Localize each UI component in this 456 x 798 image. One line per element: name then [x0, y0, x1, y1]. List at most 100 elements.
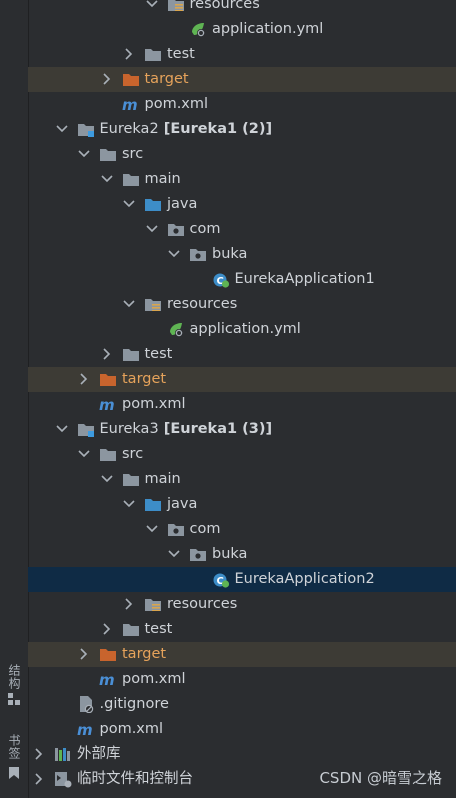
tree-row[interactable]: .gitignore	[28, 692, 456, 717]
bookmarks-tab-label[interactable]: 书签	[6, 734, 23, 760]
tree-row[interactable]: target	[28, 67, 456, 92]
maven-icon: m	[77, 721, 93, 738]
tree-item-label: pom.xml	[122, 671, 186, 687]
tree-item-label: com	[189, 521, 221, 537]
tree-row[interactable]: java	[28, 192, 456, 217]
chevron-right-icon[interactable]	[100, 72, 114, 86]
folder-icon	[122, 474, 139, 486]
chevron-right-icon[interactable]	[32, 772, 46, 786]
tree-item-label: pom.xml	[144, 96, 209, 112]
tree-item-label: resources	[167, 296, 238, 312]
tree-item-label: target	[122, 371, 167, 387]
tree-row[interactable]: C EurekaApplication2	[28, 567, 456, 592]
tree-item-label: pom.xml	[122, 396, 186, 412]
svg-text:m: m	[77, 721, 93, 738]
chevron-down-icon[interactable]	[100, 172, 114, 186]
spring-boot-class-icon: C	[213, 273, 229, 288]
tree-item-label: EurekaApplication2	[234, 571, 375, 587]
tree-row[interactable]: resources	[28, 592, 456, 617]
chevron-down-icon[interactable]	[167, 547, 181, 561]
project-tree: resources application.yml test target m pom.x…	[28, 0, 456, 798]
scratches-icon	[55, 772, 72, 788]
tree-item-label: main	[144, 471, 181, 487]
tree-item-label: application.yml	[189, 321, 301, 337]
structure-icon[interactable]	[7, 692, 21, 706]
chevron-right-icon[interactable]	[100, 622, 114, 636]
chevron-down-icon[interactable]	[122, 197, 136, 211]
tree-item-label: target	[144, 71, 189, 87]
chevron-right-icon[interactable]	[32, 747, 46, 761]
chevron-down-icon[interactable]	[167, 247, 181, 261]
folder-icon	[100, 149, 116, 161]
tree-row[interactable]: application.yml	[28, 317, 456, 342]
tree-item-label: buka	[212, 246, 248, 262]
excluded-folder-icon	[100, 649, 116, 661]
tree-row[interactable]: target	[28, 642, 456, 667]
svg-text:m: m	[99, 671, 115, 688]
tree-row[interactable]: java	[28, 492, 456, 517]
tree-row[interactable]: Eureka2 [Eureka1 (2)]	[28, 117, 456, 142]
structure-tab-label[interactable]: 结构	[6, 664, 23, 690]
tree-row[interactable]: m pom.xml	[28, 92, 456, 117]
module-icon	[77, 124, 94, 137]
svg-text:m: m	[122, 96, 138, 113]
tree-row[interactable]: C EurekaApplication1	[28, 267, 456, 292]
tree-item-label: buka	[212, 546, 248, 562]
chevron-right-icon[interactable]	[77, 647, 91, 661]
tree-row[interactable]: Eureka3 [Eureka1 (3)]	[28, 417, 456, 442]
chevron-down-icon[interactable]	[55, 422, 69, 436]
folder-icon	[122, 174, 139, 186]
chevron-down-icon[interactable]	[145, 522, 159, 536]
chevron-right-icon[interactable]	[100, 347, 114, 361]
source-folder-icon	[145, 199, 161, 211]
maven-icon: m	[99, 396, 115, 413]
excluded-folder-icon	[122, 74, 139, 86]
tree-row[interactable]: com	[28, 517, 456, 542]
tree-row[interactable]: test	[28, 42, 456, 67]
tree-row[interactable]: buka	[28, 542, 456, 567]
tree-item-label: target	[122, 646, 167, 662]
tree-row[interactable]: test	[28, 617, 456, 642]
chevron-down-icon[interactable]	[77, 447, 91, 461]
chevron-down-icon[interactable]	[122, 297, 136, 311]
spring-boot-class-icon: C	[213, 573, 229, 588]
tree-item-label: EurekaApplication1	[234, 271, 375, 287]
spring-config-icon	[192, 23, 205, 37]
tree-row[interactable]: com	[28, 217, 456, 242]
tree-item-label: Eureka2 [Eureka1 (2)]	[99, 121, 273, 137]
chevron-down-icon[interactable]	[145, 222, 159, 236]
tree-row[interactable]: 外部库	[28, 742, 456, 767]
tree-row[interactable]: test	[28, 342, 456, 367]
tree-row[interactable]: src	[28, 142, 456, 167]
tree-row[interactable]: m pom.xml	[28, 717, 456, 742]
tree-row[interactable]: main	[28, 167, 456, 192]
package-icon	[167, 224, 184, 236]
tree-row[interactable]: resources	[28, 292, 456, 317]
chevron-down-icon[interactable]	[77, 147, 91, 161]
tree-row[interactable]: src	[28, 442, 456, 467]
tree-row[interactable]: main	[28, 467, 456, 492]
tree-row[interactable]: application.yml	[28, 17, 456, 42]
module-group-suffix: [Eureka1 (2)]	[158, 121, 273, 137]
chevron-down-icon[interactable]	[145, 0, 159, 11]
chevron-right-icon[interactable]	[122, 47, 136, 61]
tree-row[interactable]: m pom.xml	[28, 667, 456, 692]
ignore-file-icon	[79, 696, 93, 713]
folder-icon	[122, 349, 139, 361]
module-icon	[77, 424, 94, 437]
tree-item-label: application.yml	[212, 21, 324, 37]
chevron-down-icon[interactable]	[100, 472, 114, 486]
tree-item-label: src	[122, 146, 144, 162]
chevron-right-icon[interactable]	[122, 597, 136, 611]
tree-item-label: java	[167, 196, 198, 212]
tree-row[interactable]: resources	[28, 0, 456, 17]
chevron-right-icon[interactable]	[77, 372, 91, 386]
tree-item-label: 临时文件和控制台	[77, 771, 193, 787]
folder-icon	[122, 624, 139, 636]
chevron-down-icon[interactable]	[55, 122, 69, 136]
tree-row[interactable]: m pom.xml	[28, 392, 456, 417]
bookmark-icon[interactable]	[7, 766, 21, 780]
tree-row[interactable]: buka	[28, 242, 456, 267]
tree-row[interactable]: target	[28, 367, 456, 392]
chevron-down-icon[interactable]	[122, 497, 136, 511]
